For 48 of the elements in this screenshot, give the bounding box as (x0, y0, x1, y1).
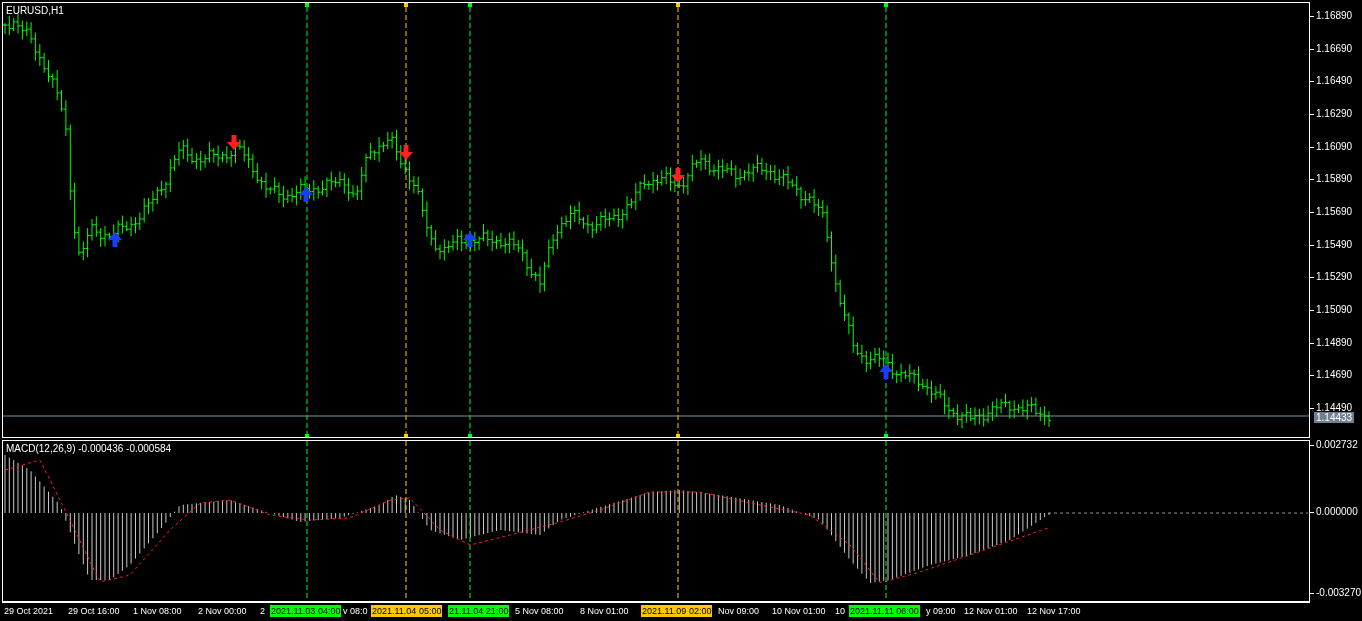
time-axis-label: 2 Nov 00:00 (198, 605, 247, 617)
vertical-line[interactable] (677, 441, 679, 601)
time-axis-label: 10 Nov 01:00 (772, 605, 826, 617)
up-arrow-icon (879, 364, 893, 379)
up-arrow-icon (463, 232, 477, 247)
line-date-label: 2021.11.11 06:00 (849, 605, 920, 617)
time-axis-label: 8 Nov 01:00 (580, 605, 629, 617)
vertical-line[interactable] (404, 3, 408, 437)
vertical-line[interactable] (884, 3, 888, 437)
price-axis-label: 1.16890 (1310, 10, 1353, 22)
price-axis-label: 1.15690 (1310, 206, 1353, 218)
time-axis-label: 1 Nov 08:00 (133, 605, 182, 617)
vertical-line[interactable] (305, 3, 309, 437)
current-price-label: 1.14433 (1314, 412, 1355, 423)
time-axis-label: v 08:0 (343, 605, 368, 617)
time-axis-label: y 09:00 (926, 605, 956, 617)
time-axis-label: 2 (260, 605, 265, 617)
time-axis-label: 29 Oct 16:00 (68, 605, 120, 617)
price-axis-label: 1.15090 (1310, 304, 1353, 316)
chart-title: EURUSD,H1 (6, 5, 64, 16)
time-axis-label: 12 Nov 17:00 (1027, 605, 1081, 617)
down-arrow-icon (671, 168, 685, 183)
down-arrow-icon (399, 145, 413, 160)
macd-axis-label: 0.000000 (1310, 506, 1358, 518)
time-axis-label: Nov 09:00 (718, 605, 760, 617)
price-axis-label: 1.16090 (1310, 140, 1353, 153)
price-axis-label: 1.16690 (1310, 42, 1353, 55)
price-axis-label: 1.16290 (1310, 108, 1353, 120)
time-axis-label: 5 Nov 08:00 (515, 605, 564, 617)
vertical-line[interactable] (468, 3, 472, 437)
vertical-line[interactable] (405, 441, 407, 601)
line-date-label: 2021.11.03 04:00 (270, 605, 342, 617)
down-arrow-icon (227, 135, 241, 150)
price-axis-label: 1.14890 (1310, 336, 1353, 349)
macd-axis-label: 0.002732 (1310, 439, 1358, 451)
indicator-title: MACD(12,26,9) -0.000436 -0.000584 (6, 443, 172, 454)
time-axis-label: 10 (835, 605, 845, 617)
up-arrow-icon (299, 187, 313, 202)
time-axis-label: 12 Nov 01:00 (964, 605, 1018, 617)
line-date-label: 21.11.04 21:00 (448, 605, 510, 617)
vertical-line[interactable] (469, 441, 471, 601)
time-axis-label: 29 Oct 2021 (4, 605, 54, 617)
price-axis-label: 1.15490 (1310, 238, 1353, 251)
line-date-label: 2021.11.09 02:00 (641, 605, 713, 617)
line-date-label: 2021.11.04 05:00 (371, 605, 443, 617)
vertical-line[interactable] (676, 3, 680, 437)
macd-axis-label: -0.003270 (1310, 587, 1362, 599)
up-arrow-icon (108, 232, 122, 247)
